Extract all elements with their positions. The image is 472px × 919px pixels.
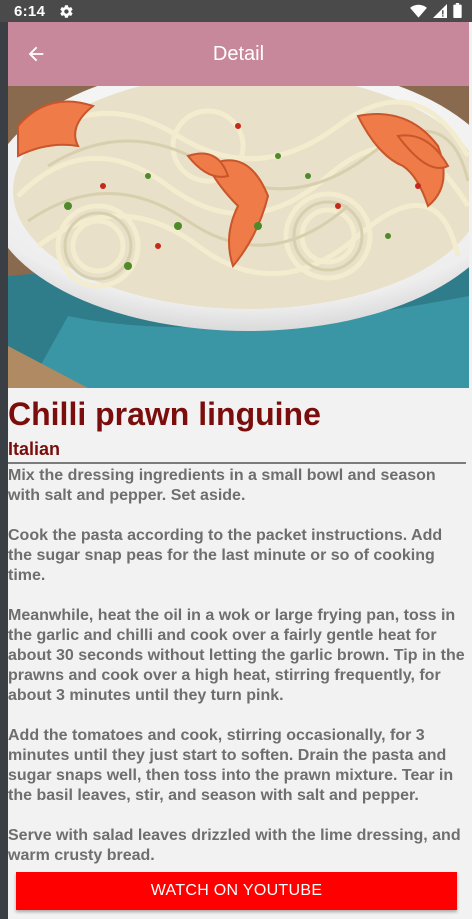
recipe-cuisine: Italian <box>8 438 466 464</box>
recipe-title: Chilli prawn linguine <box>8 396 321 432</box>
wifi-icon <box>410 4 427 18</box>
recipe-instructions: Mix the dressing ingredients in a small … <box>8 467 465 864</box>
page-title: Detail <box>212 43 265 65</box>
signal-icon <box>433 3 447 18</box>
watch-on-youtube-button[interactable]: WATCH ON YOUTUBE <box>16 872 457 910</box>
status-time: 6:14 <box>14 2 46 20</box>
status-bar: 6:14 <box>0 0 472 22</box>
battery-icon <box>453 3 462 18</box>
recipe-details: Chilli prawn linguine Italian Mix the dr… <box>8 388 466 866</box>
window-edge <box>0 0 8 919</box>
app-screen: 6:14 Detail Chilli prawn linguine Italia… <box>0 0 472 919</box>
app-bar: Detail <box>8 22 469 86</box>
gear-icon <box>60 4 73 18</box>
recipe-image <box>8 86 469 388</box>
pasta-photo <box>8 86 469 388</box>
